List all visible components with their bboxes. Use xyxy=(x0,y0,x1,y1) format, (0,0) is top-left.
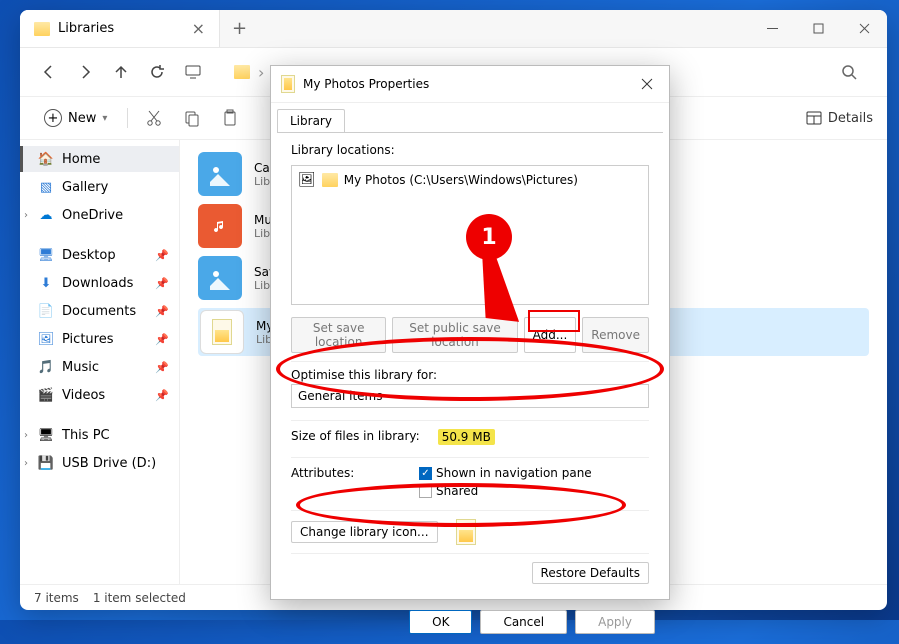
back-button[interactable] xyxy=(34,57,64,87)
dialog-title: My Photos Properties xyxy=(303,77,429,91)
sidebar: 🏠Home ▧Gallery ›☁OneDrive 🖥Desktop📌 ⬇Dow… xyxy=(20,140,180,584)
image-library-icon xyxy=(198,256,242,300)
sidebar-pictures[interactable]: 🖼Pictures📌 xyxy=(20,326,179,352)
dialog-titlebar: My Photos Properties xyxy=(271,66,669,103)
sidebar-thispc[interactable]: ›🖥This PC xyxy=(20,422,179,448)
pin-icon: 📌 xyxy=(155,361,169,374)
documents-icon: 📄 xyxy=(38,303,54,319)
chevron-icon[interactable]: › xyxy=(24,458,28,469)
chevron-icon[interactable]: › xyxy=(24,210,28,221)
cut-icon[interactable] xyxy=(138,103,170,133)
pc-icon: 🖥 xyxy=(38,427,54,443)
up-button[interactable] xyxy=(106,57,136,87)
sidebar-documents[interactable]: 📄Documents📌 xyxy=(20,298,179,324)
sidebar-gallery[interactable]: ▧Gallery xyxy=(20,174,179,200)
forward-button[interactable] xyxy=(70,57,100,87)
pin-icon: 📌 xyxy=(155,333,169,346)
details-button[interactable]: Details xyxy=(806,110,873,126)
maximize-button[interactable] xyxy=(795,10,841,47)
sidebar-desktop[interactable]: 🖥Desktop📌 xyxy=(20,242,179,268)
copy-icon[interactable] xyxy=(176,103,208,133)
checkbox-checked-icon: ✓ xyxy=(419,467,432,480)
sidebar-onedrive[interactable]: ›☁OneDrive xyxy=(20,202,179,228)
pin-icon: 📌 xyxy=(155,305,169,318)
pin-icon: 📌 xyxy=(155,249,169,262)
size-row: Size of files in library: 50.9 MB xyxy=(291,420,649,445)
new-button[interactable]: + New ▾ xyxy=(34,105,117,131)
folder-icon xyxy=(234,65,250,79)
dialog-footer: OK Cancel Apply xyxy=(271,600,669,644)
new-tab-button[interactable]: + xyxy=(220,10,259,47)
pin-icon: 📌 xyxy=(155,277,169,290)
item-count: 7 items xyxy=(34,591,79,605)
details-label: Details xyxy=(828,111,873,126)
locations-label: Library locations: xyxy=(291,143,649,157)
folder-icon xyxy=(322,173,338,187)
annotation-oval-change-icon xyxy=(296,483,626,527)
usb-icon: 💾 xyxy=(38,455,54,471)
sidebar-music[interactable]: 🎵Music📌 xyxy=(20,354,179,380)
desktop-icon: 🖥 xyxy=(38,247,54,263)
restore-defaults-button[interactable]: Restore Defaults xyxy=(532,562,649,584)
annotation-marker-1: 1 xyxy=(466,214,512,260)
sidebar-usb[interactable]: ›💾USB Drive (D:) xyxy=(20,450,179,476)
titlebar: Libraries × + xyxy=(20,10,887,48)
new-label: New xyxy=(68,111,96,126)
size-value: 50.9 MB xyxy=(438,429,495,445)
annotation-highlight-add xyxy=(528,310,580,332)
dialog-close-button[interactable] xyxy=(635,72,659,96)
search-button[interactable] xyxy=(833,56,865,88)
videos-icon: 🎬 xyxy=(38,387,54,403)
cloud-icon: ☁ xyxy=(38,207,54,223)
dialog-tabs: Library xyxy=(271,103,669,132)
selection-count: 1 item selected xyxy=(93,591,186,605)
refresh-button[interactable] xyxy=(142,57,172,87)
pin-icon: 📌 xyxy=(155,389,169,402)
home-icon: 🏠 xyxy=(38,151,54,167)
pictures-icon: 🖼 xyxy=(38,331,54,347)
plus-icon: + xyxy=(44,109,62,127)
annotation-oval-optimise xyxy=(276,337,664,401)
music-library-icon xyxy=(198,204,242,248)
ok-button[interactable]: OK xyxy=(409,610,472,634)
downloads-icon: ⬇ xyxy=(38,275,54,291)
shown-in-nav-checkbox[interactable]: ✓Shown in navigation pane xyxy=(419,466,592,480)
tab-close-icon[interactable]: × xyxy=(192,19,205,38)
folder-icon xyxy=(34,22,50,36)
sidebar-home[interactable]: 🏠Home xyxy=(20,146,179,172)
music-icon: 🎵 xyxy=(38,359,54,375)
sidebar-downloads[interactable]: ⬇Downloads📌 xyxy=(20,270,179,296)
sidebar-videos[interactable]: 🎬Videos📌 xyxy=(20,382,179,408)
apply-button[interactable]: Apply xyxy=(575,610,655,634)
paste-icon[interactable] xyxy=(214,103,246,133)
image-library-icon xyxy=(198,152,242,196)
tab-library[interactable]: Library xyxy=(277,109,345,132)
monitor-icon[interactable] xyxy=(178,57,208,87)
window-controls xyxy=(749,10,887,47)
chevron-icon[interactable]: › xyxy=(24,430,28,441)
custom-library-icon xyxy=(200,310,244,354)
cancel-button[interactable]: Cancel xyxy=(480,610,567,634)
window-tab[interactable]: Libraries × xyxy=(20,10,220,47)
tab-title: Libraries xyxy=(58,21,114,36)
minimize-button[interactable] xyxy=(749,10,795,47)
library-icon xyxy=(281,75,295,93)
location-entry[interactable]: 🖼 My Photos (C:\Users\Windows\Pictures) xyxy=(298,172,642,188)
close-button[interactable] xyxy=(841,10,887,47)
gallery-icon: ▧ xyxy=(38,179,54,195)
